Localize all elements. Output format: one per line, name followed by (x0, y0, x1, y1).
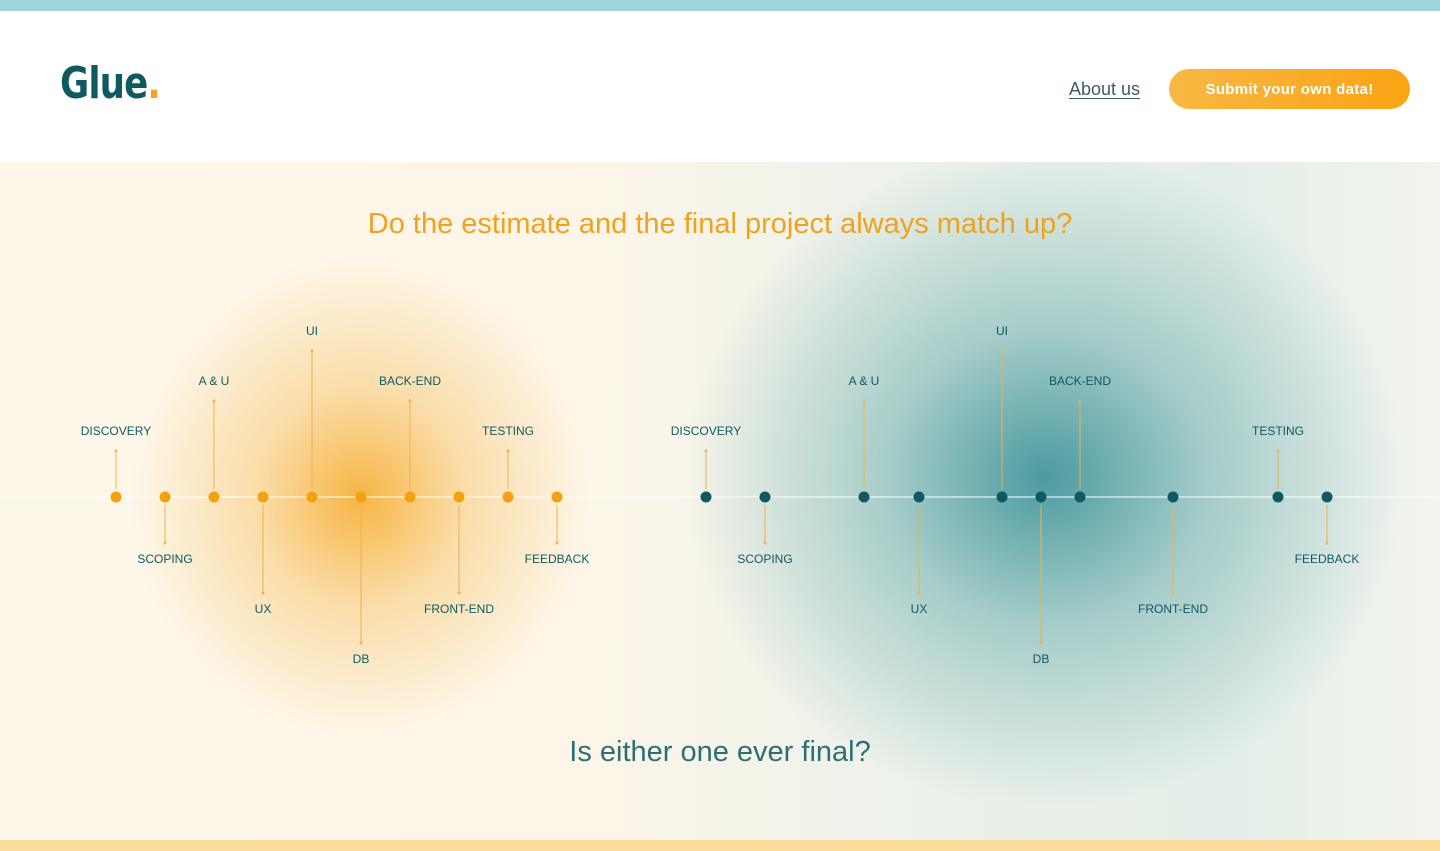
estimate-testing-arrow-icon (506, 449, 510, 452)
estimate-db-label: DB (353, 652, 370, 666)
final-testing-label: TESTING (1252, 424, 1304, 438)
final-ux-label: UX (911, 602, 928, 616)
final-ui-arrow-icon (1000, 349, 1004, 352)
estimate-scoping-arrow-icon (163, 542, 167, 545)
estimate-a-u-point[interactable] (208, 491, 220, 503)
final-back-end-label: BACK-END (1049, 374, 1111, 388)
final-front-end-arrow-icon (1171, 592, 1175, 595)
estimate-db-point[interactable] (355, 491, 367, 503)
estimate-ui-point[interactable] (306, 491, 318, 503)
about-us-link[interactable]: About us (1069, 79, 1140, 100)
estimate-back-end-label: BACK-END (379, 374, 441, 388)
final-back-end-point[interactable] (1074, 491, 1086, 503)
estimate-back-end-arrow-icon (408, 399, 412, 402)
final-front-end-point[interactable] (1167, 491, 1179, 503)
estimate-testing-label: TESTING (482, 424, 534, 438)
logo-dot: . (147, 58, 161, 109)
timeline-final: DISCOVERY SCOPING A & U UX UI DB BACK-END FRONT… (671, 324, 1360, 666)
final-feedback-arrow-icon (1325, 542, 1329, 545)
estimate-front-end-point[interactable] (453, 491, 465, 503)
bottom-accent-bar (0, 840, 1440, 851)
estimate-ux-point[interactable] (257, 491, 269, 503)
timeline-estimate: DISCOVERY SCOPING A & U UX UI DB BACK-END FRONT… (81, 324, 590, 666)
final-db-point[interactable] (1035, 491, 1047, 503)
hero-subtitle: Is either one ever final? (569, 736, 871, 768)
final-testing-point[interactable] (1272, 491, 1284, 503)
estimate-feedback-label: FEEDBACK (525, 552, 590, 566)
logo[interactable]: Glue. (60, 58, 161, 109)
estimate-a-u-arrow-icon (212, 399, 216, 402)
final-feedback-label: FEEDBACK (1295, 552, 1360, 566)
estimate-front-end-arrow-icon (457, 592, 461, 595)
estimate-ux-label: UX (255, 602, 272, 616)
final-scoping-label: SCOPING (737, 552, 792, 566)
final-a-u-arrow-icon (862, 399, 866, 402)
submit-data-button[interactable]: Submit your own data! (1169, 69, 1410, 109)
site-header: Glue. About us Submit your own data! (0, 11, 1440, 162)
final-testing-arrow-icon (1276, 449, 1280, 452)
final-a-u-label: A & U (849, 374, 880, 388)
final-ui-point[interactable] (996, 491, 1008, 503)
final-ui-label: UI (996, 324, 1008, 338)
final-back-end-arrow-icon (1078, 399, 1082, 402)
final-ux-point[interactable] (913, 491, 925, 503)
hero-section: Do the estimate and the final project al… (0, 162, 1440, 840)
final-ux-arrow-icon (917, 592, 921, 595)
top-accent-bar (0, 0, 1440, 11)
estimate-a-u-label: A & U (199, 374, 230, 388)
estimate-discovery-label: DISCOVERY (81, 424, 151, 438)
estimate-front-end-label: FRONT-END (424, 602, 494, 616)
estimate-discovery-arrow-icon (114, 449, 118, 452)
estimate-ui-label: UI (306, 324, 318, 338)
final-discovery-label: DISCOVERY (671, 424, 741, 438)
estimate-testing-point[interactable] (502, 491, 514, 503)
final-scoping-arrow-icon (763, 542, 767, 545)
final-scoping-point[interactable] (759, 491, 771, 503)
estimate-feedback-arrow-icon (555, 542, 559, 545)
final-front-end-label: FRONT-END (1138, 602, 1208, 616)
estimate-feedback-point[interactable] (551, 491, 563, 503)
logo-text: Glue (60, 58, 148, 109)
final-discovery-arrow-icon (704, 449, 708, 452)
estimate-scoping-label: SCOPING (137, 552, 192, 566)
final-discovery-point[interactable] (700, 491, 712, 503)
estimate-ux-arrow-icon (261, 592, 265, 595)
estimate-scoping-point[interactable] (159, 491, 171, 503)
estimate-ui-arrow-icon (310, 349, 314, 352)
estimate-back-end-point[interactable] (404, 491, 416, 503)
estimate-discovery-point[interactable] (110, 491, 122, 503)
final-db-label: DB (1033, 652, 1050, 666)
final-feedback-point[interactable] (1321, 491, 1333, 503)
final-a-u-point[interactable] (858, 491, 870, 503)
estimate-db-arrow-icon (359, 642, 363, 645)
final-db-arrow-icon (1039, 642, 1043, 645)
